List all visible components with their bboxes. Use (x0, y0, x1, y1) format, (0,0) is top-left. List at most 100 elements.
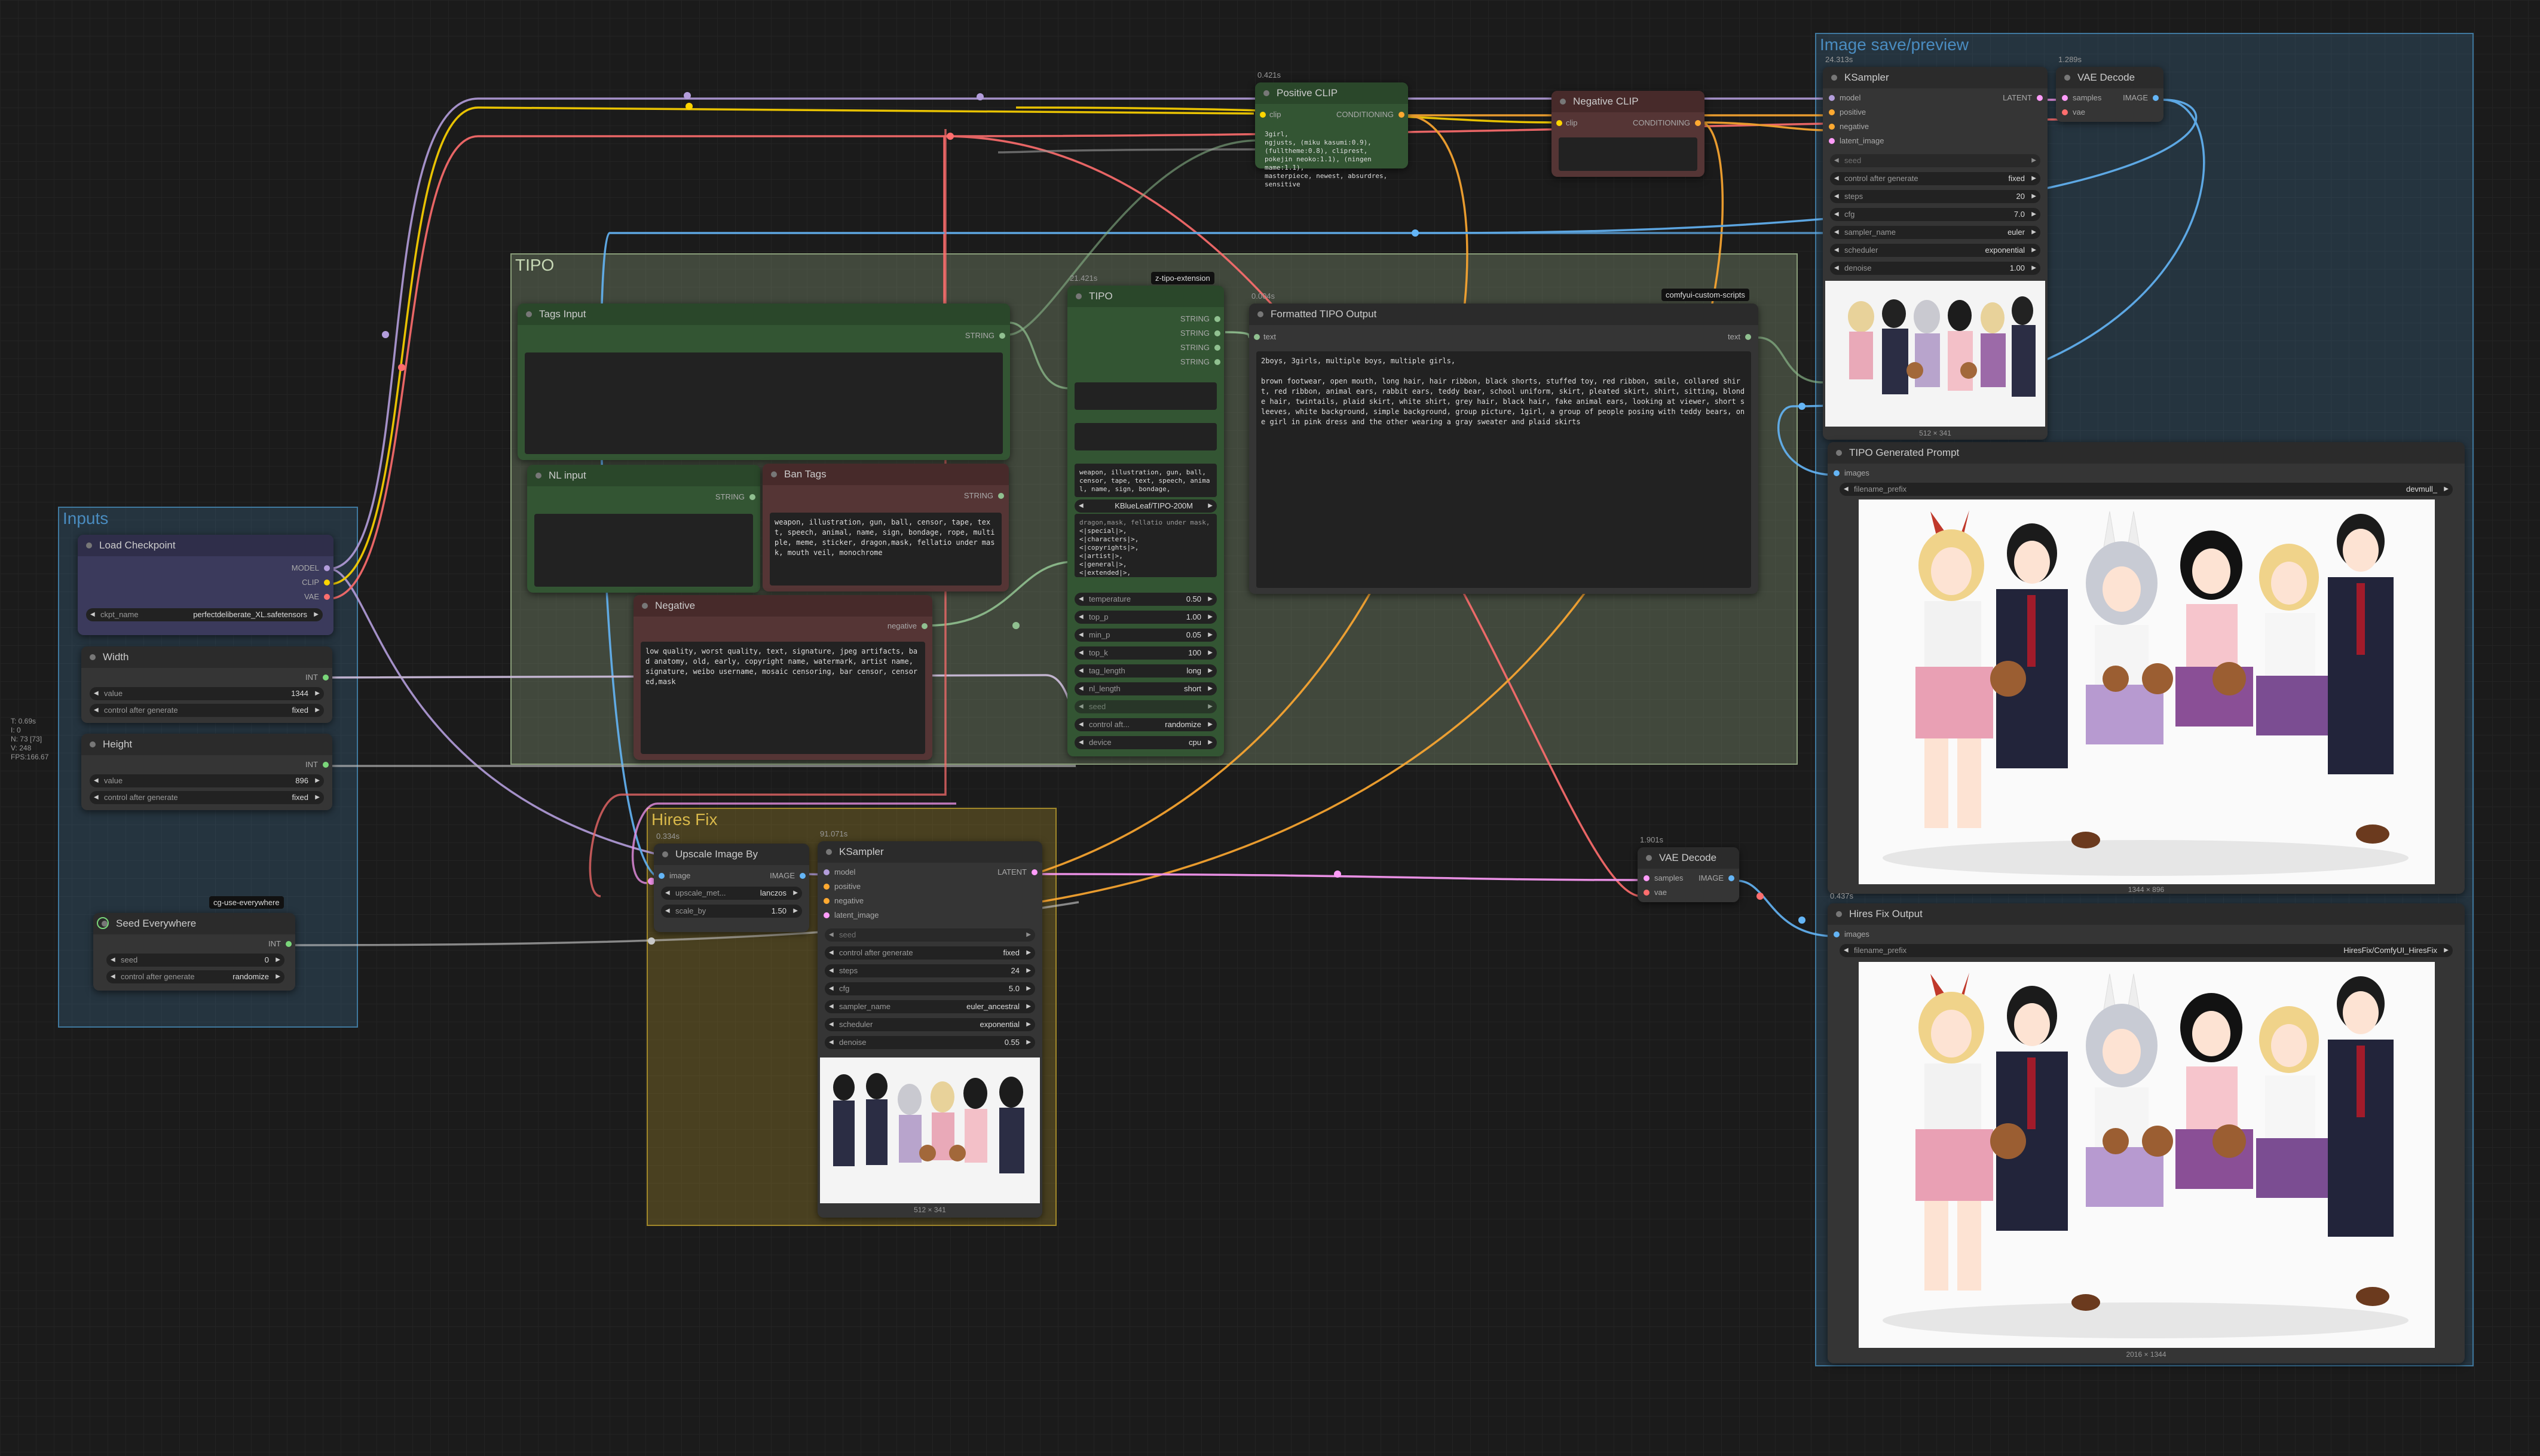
tags-input-textarea[interactable] (525, 352, 1003, 454)
input-positive[interactable]: positive (1829, 108, 1866, 117)
output-image[interactable]: IMAGE (770, 871, 806, 880)
formatted-tipo-output-node[interactable]: 0.004s Formatted TIPO Output text text 2… (1249, 292, 1758, 594)
tipo-control-combo[interactable]: control aft... randomize (1075, 718, 1217, 731)
output-string-4[interactable]: STRING (1180, 357, 1220, 366)
input-vae[interactable]: vae (1644, 888, 1667, 897)
node-title[interactable]: KSampler (1823, 67, 2048, 88)
nl-input-node[interactable]: NL input STRING (527, 465, 760, 593)
scheduler-combo[interactable]: scheduler exponential (1830, 244, 2040, 257)
tipo-ban-textarea[interactable]: weapon, illustration, gun, ball, censor,… (1075, 464, 1217, 497)
node-title[interactable]: Hires Fix Output (1828, 903, 2465, 925)
upscale-method-combo[interactable]: upscale_met... lanczos (661, 887, 802, 900)
input-samples[interactable]: samples (1644, 873, 1683, 882)
output-int[interactable]: INT (268, 939, 292, 948)
output-clip[interactable]: CLIP (302, 578, 330, 587)
input-image[interactable]: image (659, 871, 690, 880)
node-title[interactable]: TIPO Generated Prompt (1828, 442, 2465, 464)
output-conditioning[interactable]: CONDITIONING (1336, 110, 1404, 119)
ban-tags-textarea[interactable]: weapon, illustration, gun, ball, censor,… (770, 513, 1002, 586)
tipo-tags-textarea[interactable] (1075, 382, 1217, 410)
input-images[interactable]: images (1834, 468, 1869, 477)
sampler-name-combo[interactable]: sampler_name euler_ancestral (825, 1000, 1035, 1013)
output-conditioning[interactable]: CONDITIONING (1633, 118, 1701, 127)
node-title[interactable]: TIPO (1067, 286, 1224, 307)
seed-field[interactable]: seed (1830, 154, 2040, 167)
output-string[interactable]: STRING (965, 331, 1005, 340)
negative-clip-node[interactable]: Negative CLIP clip CONDITIONING (1551, 91, 1704, 177)
output-string[interactable]: STRING (964, 491, 1004, 500)
width-control-combo[interactable]: control after generate fixed (90, 704, 324, 717)
input-latent-image[interactable]: latent_image (824, 911, 879, 919)
denoise-field[interactable]: denoise 0.55 (825, 1036, 1035, 1049)
scheduler-combo[interactable]: scheduler exponential (825, 1018, 1035, 1031)
input-clip[interactable]: clip (1556, 118, 1578, 127)
node-title[interactable]: KSampler (818, 841, 1042, 863)
node-title[interactable]: Negative (634, 595, 932, 617)
output-model[interactable]: MODEL (292, 563, 330, 572)
output-string-2[interactable]: STRING (1180, 329, 1220, 338)
upscale-image-by-node[interactable]: 0.334s Upscale Image By image IMAGE upsc… (654, 832, 809, 932)
negative-node[interactable]: Negative negative low quality, worst qua… (634, 595, 932, 760)
seed-everywhere-node[interactable]: Seed Everywhere INT seed 0 control after … (93, 913, 295, 991)
input-positive[interactable]: positive (824, 882, 861, 891)
ban-tags-node[interactable]: Ban Tags STRING weapon, illustration, gu… (763, 464, 1009, 591)
tipo-temperature-field[interactable]: temperature 0.50 (1075, 593, 1217, 606)
input-negative[interactable]: negative (1829, 122, 1869, 131)
input-model[interactable]: model (824, 868, 855, 876)
node-title[interactable]: Ban Tags (763, 464, 1009, 485)
input-clip[interactable]: clip (1260, 110, 1281, 119)
seed-field[interactable]: seed 0 (106, 954, 284, 967)
vae-decode-node[interactable]: 1.289s VAE Decode samples vae IMAGE (2056, 55, 2163, 122)
node-title[interactable]: Formatted TIPO Output (1249, 304, 1758, 325)
node-title[interactable]: VAE Decode (2056, 67, 2163, 88)
input-text[interactable]: text (1254, 332, 1276, 341)
filename-prefix-field[interactable]: filename_prefix devmull_ (1840, 483, 2453, 496)
output-string[interactable]: STRING (715, 492, 755, 501)
output-image[interactable]: IMAGE (2123, 93, 2159, 102)
node-title[interactable]: Upscale Image By (654, 844, 809, 865)
output-latent[interactable]: LATENT (2003, 93, 2043, 102)
output-image[interactable]: IMAGE (1699, 873, 1734, 882)
steps-field[interactable]: steps 24 (825, 964, 1035, 977)
input-latent-image[interactable]: latent_image (1829, 136, 1884, 145)
node-title[interactable]: Seed Everywhere (93, 913, 295, 934)
output-text[interactable]: text (1728, 332, 1751, 341)
node-title[interactable]: VAE Decode (1638, 847, 1739, 869)
sampler-name-combo[interactable]: sampler_name euler (1830, 226, 2040, 239)
tipo-node[interactable]: 21.421s TIPO STRING STRING STRING STRING… (1067, 274, 1224, 756)
tipo-top-k-field[interactable]: top_k 100 (1075, 646, 1217, 660)
tipo-nl-textarea[interactable] (1075, 423, 1217, 450)
output-string-3[interactable]: STRING (1180, 343, 1220, 352)
output-vae[interactable]: VAE (304, 592, 330, 601)
positive-prompt-textarea[interactable]: 3girl, ngjusts, (miku kasumi:0.9), (full… (1260, 125, 1403, 194)
output-negative[interactable]: negative (888, 621, 928, 630)
load-checkpoint-node[interactable]: Load Checkpoint MODEL CLIP VAE ckpt_name… (78, 535, 333, 635)
ksampler-node[interactable]: 24.313s KSampler model positive negative… (1823, 55, 2048, 440)
cfg-field[interactable]: cfg 7.0 (1830, 208, 2040, 221)
input-model[interactable]: model (1829, 93, 1860, 102)
width-node[interactable]: Width INT value 1344 control after genera… (81, 646, 332, 723)
output-string-1[interactable]: STRING (1180, 314, 1220, 323)
negative-prompt-textarea[interactable] (1559, 137, 1697, 171)
output-int[interactable]: INT (305, 673, 329, 682)
scale-by-field[interactable]: scale_by 1.50 (661, 905, 802, 918)
seed-field[interactable]: seed (825, 928, 1035, 942)
tipo-top-p-field[interactable]: top_p 1.00 (1075, 611, 1217, 624)
input-vae[interactable]: vae (2062, 108, 2085, 117)
save-image-hires-node[interactable]: 0.437s Hires Fix Output images filename_… (1828, 891, 2465, 1363)
height-node[interactable]: Height INT value 896 control after genera… (81, 734, 332, 810)
control-after-generate-combo[interactable]: control after generate fixed (1830, 172, 2040, 185)
output-int[interactable]: INT (305, 760, 329, 769)
cfg-field[interactable]: cfg 5.0 (825, 982, 1035, 995)
tags-input-node[interactable]: Tags Input STRING (518, 304, 1010, 460)
output-latent[interactable]: LATENT (997, 868, 1038, 876)
vae-decode-hires-node[interactable]: 1.901s VAE Decode samples vae IMAGE (1638, 835, 1739, 902)
seed-control-combo[interactable]: control after generate randomize (106, 970, 284, 983)
tipo-nl-length-combo[interactable]: nl_length short (1075, 682, 1217, 695)
width-value-field[interactable]: value 1344 (90, 687, 324, 700)
input-samples[interactable]: samples (2062, 93, 2101, 102)
ckpt-name-combo[interactable]: ckpt_name perfectdeliberate_XL.safetensor… (86, 608, 323, 621)
steps-field[interactable]: steps 20 (1830, 190, 2040, 203)
node-title[interactable]: NL input (527, 465, 760, 486)
tipo-format-textarea[interactable]: dragon,mask, fellatio under mask, <|speci… (1075, 514, 1217, 577)
